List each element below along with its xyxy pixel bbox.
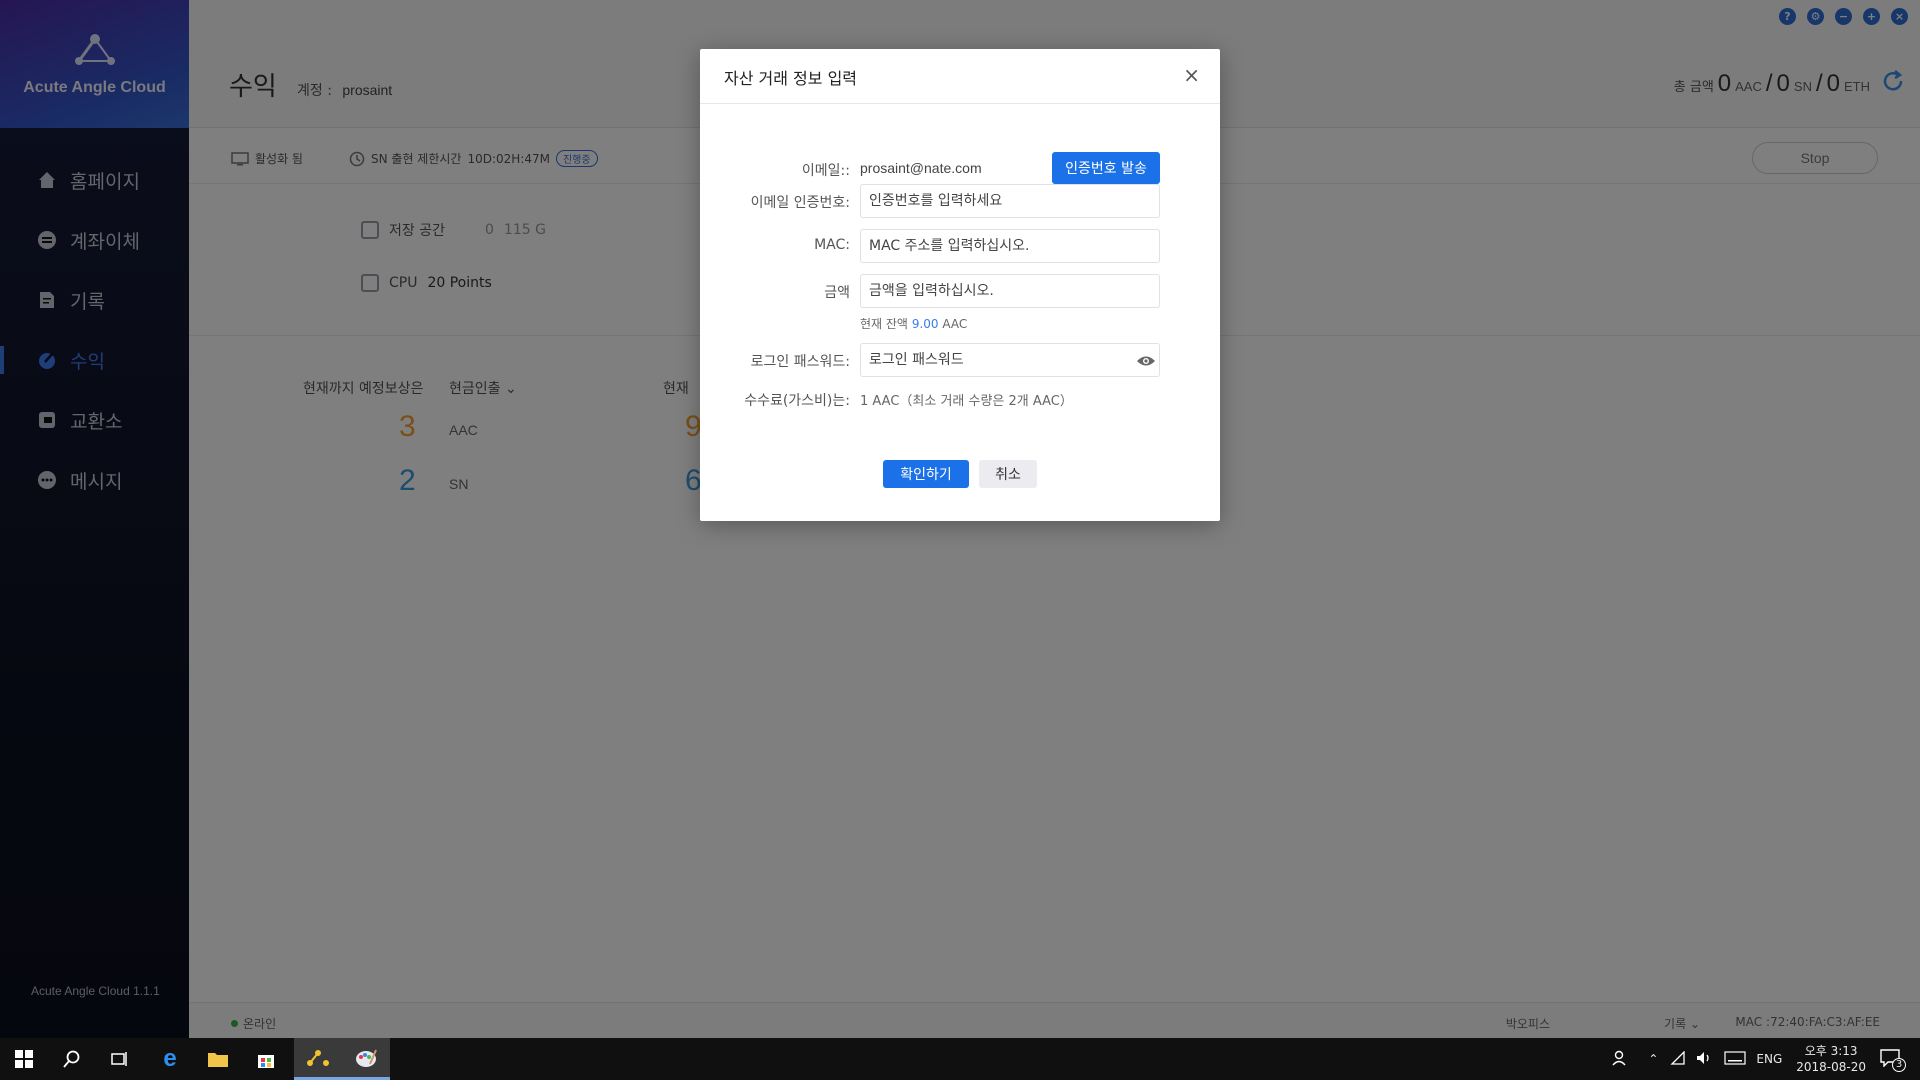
verification-code-input[interactable]	[860, 184, 1160, 218]
email-value: prosaint@nate.com	[860, 160, 982, 176]
taskbar-clock[interactable]: 오후 3:13 2018-08-20	[1796, 1043, 1866, 1075]
mac-input[interactable]	[860, 229, 1160, 263]
email-label: 이메일::	[801, 163, 850, 179]
dialog-header: 자산 거래 정보 입력 ×	[700, 49, 1220, 104]
edge-browser-icon[interactable]: e	[146, 1038, 194, 1080]
system-tray: ⌃ ENG 오후 3:13 2018-08-20 3	[1612, 1038, 1920, 1080]
clock-time: 오후 3:13	[1804, 1044, 1858, 1058]
code-label: 이메일 인증번호:	[750, 195, 850, 211]
mac-field-label: MAC:	[814, 237, 850, 253]
fee-label: 수수료(가스비)는:	[744, 393, 850, 409]
fee-value: 1 AAC（최소 거래 수량은 2개 AAC）	[860, 394, 1073, 409]
clock-date: 2018-08-20	[1796, 1060, 1866, 1074]
taskbar: e ⌃ ENG 오후 3:13 2018-08-20 3	[0, 1038, 1920, 1080]
balance-label: 현재 잔액	[860, 317, 908, 331]
notification-center-icon[interactable]: 3	[1880, 1048, 1906, 1072]
balance-unit: AAC	[942, 317, 968, 331]
cancel-button[interactable]: 취소	[979, 460, 1037, 488]
volume-icon[interactable]	[1696, 1051, 1714, 1068]
send-code-button[interactable]: 인증번호 발송	[1052, 152, 1160, 184]
confirm-button[interactable]: 확인하기	[883, 460, 969, 488]
amount-input[interactable]	[860, 274, 1160, 308]
eye-icon[interactable]	[1136, 354, 1156, 368]
search-icon[interactable]	[48, 1038, 96, 1080]
dialog-title: 자산 거래 정보 입력	[724, 69, 858, 88]
acute-angle-taskbar-icon[interactable]	[294, 1038, 342, 1080]
balance-value: 9.00	[911, 317, 939, 331]
task-view-icon[interactable]	[96, 1038, 144, 1080]
close-icon[interactable]: ×	[1183, 65, 1200, 85]
windows-start-icon[interactable]	[0, 1038, 48, 1080]
network-icon[interactable]	[1670, 1049, 1686, 1068]
input-language[interactable]: ENG	[1756, 1052, 1782, 1066]
file-explorer-icon[interactable]	[194, 1038, 242, 1080]
store-icon[interactable]	[242, 1038, 290, 1080]
notification-count: 3	[1892, 1057, 1906, 1072]
chevron-up-icon[interactable]: ⌃	[1648, 1052, 1658, 1066]
paint-app-icon[interactable]	[342, 1038, 390, 1080]
amount-label: 금액	[824, 285, 850, 301]
password-label: 로그인 패스워드:	[750, 354, 850, 370]
password-input[interactable]	[860, 343, 1160, 377]
asset-transfer-dialog: 자산 거래 정보 입력 × 이메일:: prosaint@nate.com 인증…	[700, 49, 1220, 521]
keyboard-icon[interactable]	[1724, 1050, 1746, 1068]
current-balance: 현재 잔액 9.00 AAC	[860, 315, 967, 332]
people-icon[interactable]	[1612, 1050, 1630, 1069]
